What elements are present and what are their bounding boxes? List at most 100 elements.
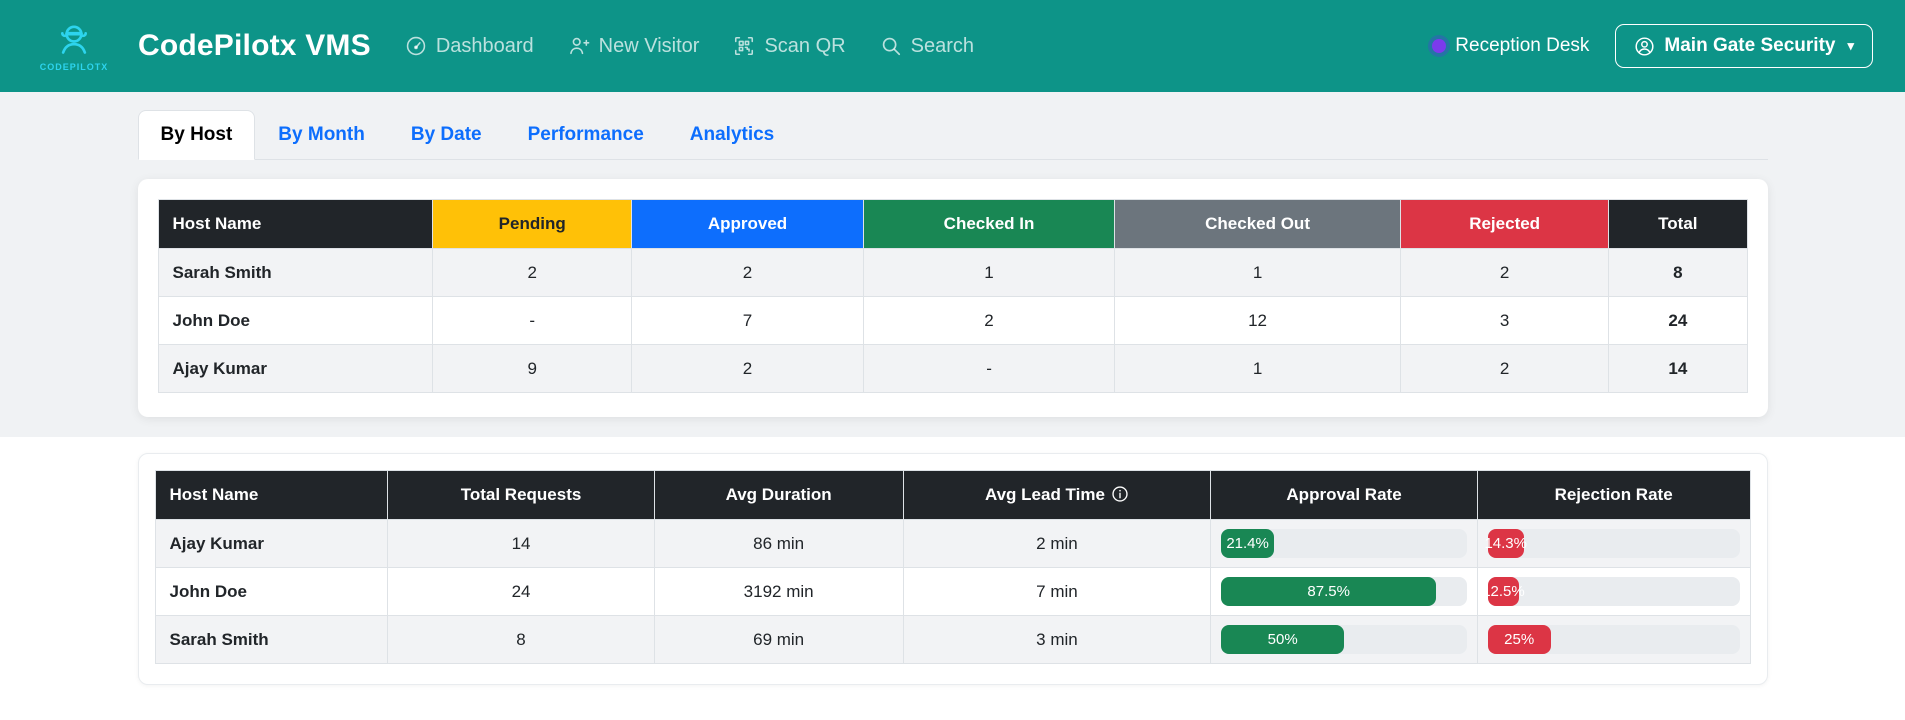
col-checked-out: Checked Out bbox=[1114, 199, 1402, 249]
host-name-cell: Sarah Smith bbox=[154, 615, 389, 664]
performance-section: Host Name Total Requests Avg Duration Av… bbox=[0, 437, 1905, 715]
summary-section: By Host By Month By Date Performance Ana… bbox=[0, 92, 1905, 437]
tab-by-host[interactable]: By Host bbox=[137, 110, 256, 160]
nav-scan-qr[interactable]: Scan QR bbox=[733, 34, 846, 58]
table-row: Sarah Smith 8 69 min 3 min 50% 25% bbox=[154, 615, 1751, 664]
total-requests-cell: 14 bbox=[387, 519, 655, 568]
user-menu-button[interactable]: Main Gate Security ▾ bbox=[1615, 24, 1873, 68]
rejected-cell: 3 bbox=[1400, 296, 1610, 345]
nav-dashboard-label: Dashboard bbox=[435, 34, 534, 57]
host-performance-card: Host Name Total Requests Avg Duration Av… bbox=[137, 453, 1768, 685]
checked-in-cell: 2 bbox=[862, 296, 1116, 345]
col-total-requests: Total Requests bbox=[387, 470, 655, 520]
online-status-dot bbox=[1432, 39, 1447, 53]
logo-caption: CODEPILOTX bbox=[39, 62, 109, 72]
checked-in-cell: - bbox=[862, 344, 1116, 393]
checked-out-cell: 12 bbox=[1114, 296, 1402, 345]
col-host-name: Host Name bbox=[157, 199, 434, 249]
rejection-progress-track: 12.5% bbox=[1482, 577, 1740, 606]
status-table-header-row: Host Name Pending Approved Checked In Ch… bbox=[157, 199, 1748, 249]
col-approved: Approved bbox=[631, 199, 864, 249]
approved-cell: 2 bbox=[631, 344, 864, 393]
avg-lead-time-cell: 2 min bbox=[902, 519, 1212, 568]
approval-progress-bar: 87.5% bbox=[1221, 577, 1437, 606]
total-cell: 14 bbox=[1608, 344, 1748, 393]
tab-by-month[interactable]: By Month bbox=[255, 110, 388, 160]
main-nav: Dashboard New Visitor Scan QR Search bbox=[405, 35, 974, 58]
nav-search-label: Search bbox=[910, 34, 974, 57]
checked-in-cell: 1 bbox=[862, 248, 1116, 297]
approval-progress-track: 50% bbox=[1221, 625, 1467, 654]
pending-cell: 9 bbox=[432, 344, 633, 393]
robot-logo-icon bbox=[61, 25, 87, 54]
pending-cell: 2 bbox=[432, 248, 633, 297]
total-cell: 24 bbox=[1608, 296, 1748, 345]
table-row: Ajay Kumar 9 2 - 1 2 14 bbox=[157, 344, 1748, 393]
approval-rate-value: 50% bbox=[1267, 631, 1298, 648]
nav-new-visitor[interactable]: New Visitor bbox=[568, 34, 700, 58]
col-avg-duration: Avg Duration bbox=[653, 470, 904, 520]
nav-dashboard[interactable]: Dashboard bbox=[405, 35, 534, 58]
tab-performance[interactable]: Performance bbox=[505, 110, 667, 160]
host-name-cell: Sarah Smith bbox=[157, 248, 434, 297]
user-menu-label: Main Gate Security bbox=[1664, 35, 1836, 56]
host-name-cell: Ajay Kumar bbox=[154, 519, 389, 568]
avg-lead-time-cell: 7 min bbox=[902, 567, 1212, 616]
col-host-name: Host Name bbox=[154, 470, 389, 520]
avg-lead-time-label: Avg Lead Time bbox=[984, 485, 1105, 504]
rejected-cell: 2 bbox=[1400, 248, 1610, 297]
col-approval-rate: Approval Rate bbox=[1210, 470, 1478, 520]
table-row: Sarah Smith 2 2 1 1 2 8 bbox=[157, 248, 1748, 297]
approval-rate-cell: 87.5% bbox=[1210, 567, 1478, 616]
person-circle-icon bbox=[1635, 36, 1654, 56]
rejection-progress-bar: 12.5% bbox=[1482, 577, 1525, 606]
host-name-cell: John Doe bbox=[154, 567, 389, 616]
tab-by-date[interactable]: By Date bbox=[388, 110, 505, 160]
col-rejected: Rejected bbox=[1400, 199, 1610, 249]
tab-analytics[interactable]: Analytics bbox=[667, 110, 797, 160]
station-indicator: Reception Desk bbox=[1432, 35, 1589, 57]
col-total: Total bbox=[1608, 199, 1748, 249]
col-rejection-rate: Rejection Rate bbox=[1476, 470, 1751, 520]
approval-progress-track: 87.5% bbox=[1221, 577, 1467, 606]
rejection-progress-track: 14.3% bbox=[1484, 529, 1740, 558]
col-avg-lead-time: Avg Lead Time bbox=[902, 470, 1212, 520]
avg-duration-cell: 3192 min bbox=[653, 567, 904, 616]
host-performance-table: Host Name Total Requests Avg Duration Av… bbox=[154, 470, 1751, 664]
gauge-icon bbox=[406, 36, 426, 56]
rejection-progress-bar: 14.3% bbox=[1484, 529, 1527, 558]
rejection-rate-cell: 12.5% bbox=[1476, 567, 1751, 616]
nav-new-visitor-label: New Visitor bbox=[598, 34, 700, 57]
rejection-rate-cell: 25% bbox=[1476, 615, 1751, 664]
info-icon[interactable] bbox=[1111, 485, 1129, 503]
rejection-rate-cell: 14.3% bbox=[1476, 519, 1751, 568]
approval-rate-value: 87.5% bbox=[1307, 583, 1350, 600]
nav-search[interactable]: Search bbox=[880, 35, 974, 58]
total-requests-cell: 24 bbox=[387, 567, 655, 616]
approval-progress-track: 21.4% bbox=[1221, 529, 1467, 558]
table-row: John Doe 24 3192 min 7 min 87.5% 12.5% bbox=[154, 567, 1751, 616]
col-pending: Pending bbox=[432, 199, 633, 249]
checked-out-cell: 1 bbox=[1114, 344, 1402, 393]
app-title: CodePilotx VMS bbox=[138, 29, 371, 62]
topbar-right: Reception Desk Main Gate Security ▾ bbox=[1432, 24, 1873, 68]
approval-rate-cell: 21.4% bbox=[1210, 519, 1478, 568]
performance-table-header-row: Host Name Total Requests Avg Duration Av… bbox=[154, 470, 1751, 520]
search-icon bbox=[882, 37, 900, 56]
nav-scan-qr-label: Scan QR bbox=[764, 34, 846, 57]
col-checked-in: Checked In bbox=[862, 199, 1116, 249]
brand[interactable]: CODEPILOTX CodePilotx VMS bbox=[32, 20, 371, 72]
approved-cell: 2 bbox=[631, 248, 864, 297]
approval-rate-value: 21.4% bbox=[1226, 535, 1269, 552]
pending-cell: - bbox=[432, 296, 633, 345]
chevron-down-icon: ▾ bbox=[1847, 38, 1854, 53]
app-logo: CODEPILOTX bbox=[32, 20, 116, 72]
checked-out-cell: 1 bbox=[1114, 248, 1402, 297]
rejection-rate-value: 12.5% bbox=[1482, 583, 1525, 600]
station-label: Reception Desk bbox=[1455, 35, 1590, 56]
rejection-rate-value: 25% bbox=[1504, 631, 1535, 648]
total-requests-cell: 8 bbox=[387, 615, 655, 664]
avg-duration-cell: 69 min bbox=[653, 615, 904, 664]
rejection-progress-track: 25% bbox=[1487, 625, 1740, 654]
host-name-cell: John Doe bbox=[157, 296, 434, 345]
